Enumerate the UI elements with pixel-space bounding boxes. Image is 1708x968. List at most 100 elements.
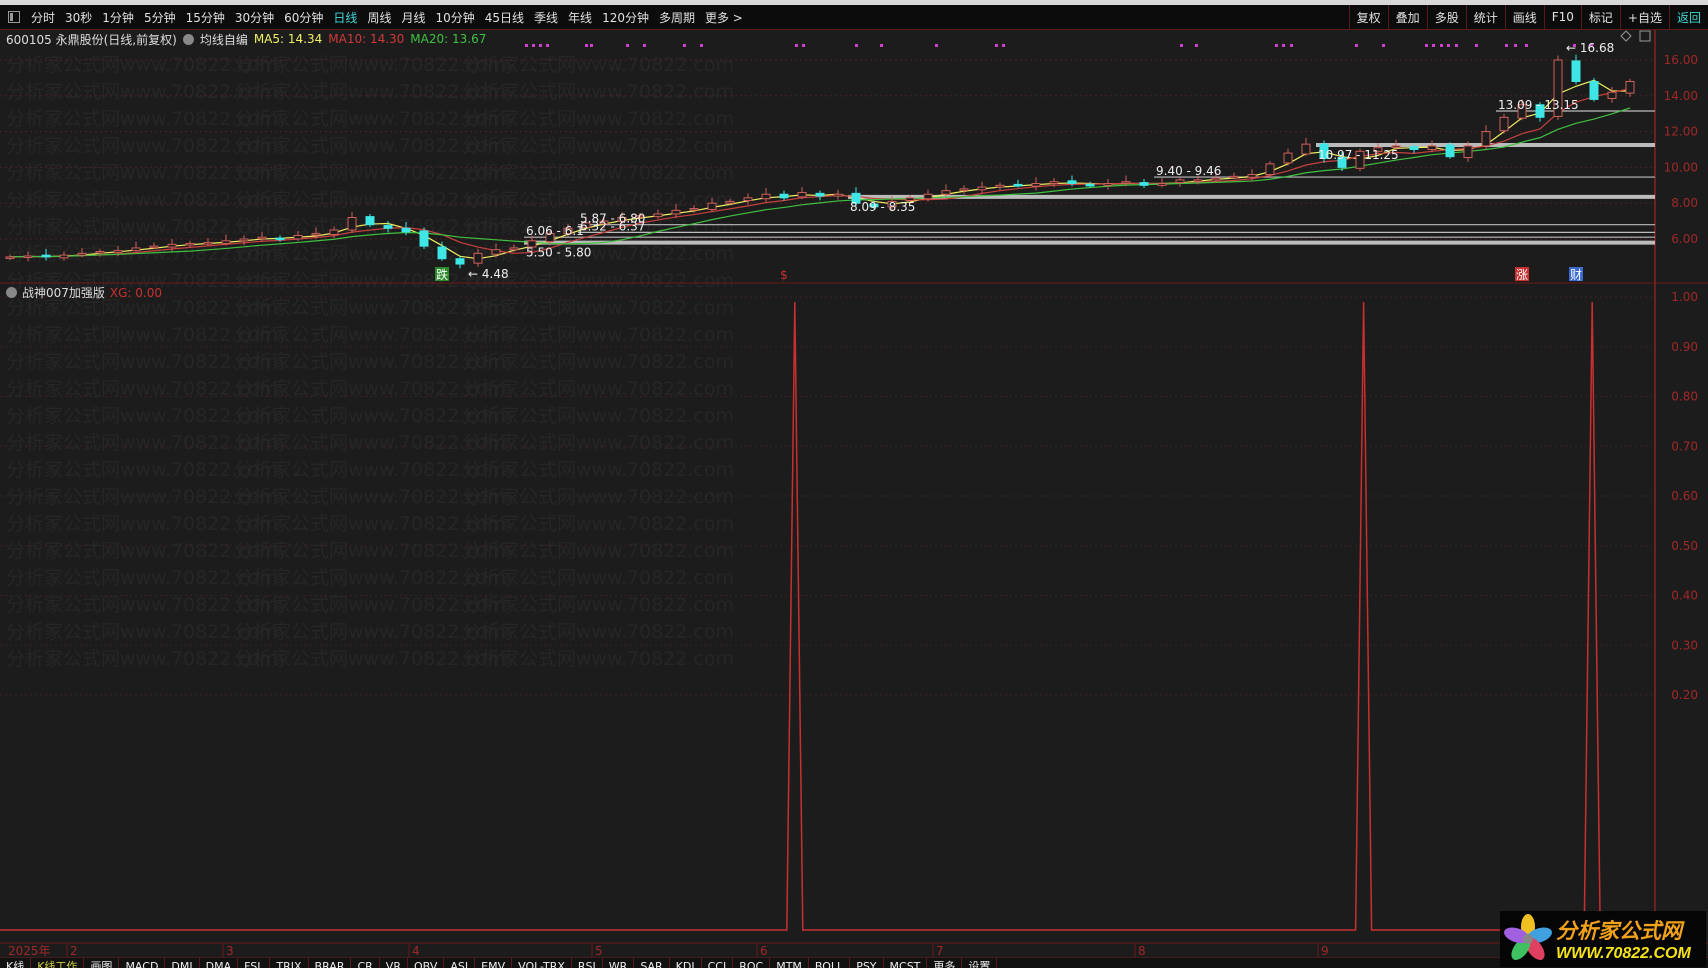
- signal-dot: [1447, 44, 1450, 47]
- candle: [41, 248, 51, 261]
- signal-dot: [1275, 44, 1278, 47]
- indicator-tick-label: 0.40: [1671, 589, 1698, 603]
- candle-body: [293, 234, 303, 240]
- candle-body: [1013, 183, 1023, 187]
- indicator-tab[interactable]: MTM: [770, 958, 809, 968]
- candle-body: [59, 254, 69, 259]
- indicator-tab[interactable]: CR: [351, 958, 380, 968]
- candle-body: [221, 240, 231, 244]
- support-level-label: 5.87 - 6.80: [580, 212, 645, 226]
- indicator-name[interactable]: 战神007加强版: [22, 284, 105, 301]
- indicator-tab[interactable]: SAR: [634, 958, 670, 968]
- candle-body: [257, 236, 267, 240]
- indicator-tab[interactable]: ASI: [444, 958, 476, 968]
- candle-body: [419, 230, 429, 247]
- candle-body: [833, 193, 843, 197]
- kline-chart[interactable]: 16.00 14.00 12.00 10.00 8.00 6.00 5.50 - 5.80 6…: [0, 0, 1708, 958]
- indicator-tab[interactable]: ROC: [733, 958, 771, 968]
- candle-body: [1571, 60, 1581, 82]
- indicator-tick-label: 0.70: [1671, 439, 1698, 453]
- candle-body: [761, 193, 771, 200]
- candle-body: [1049, 181, 1059, 185]
- price-tick-label: 14.00: [1664, 89, 1698, 103]
- candle-body: [5, 256, 15, 259]
- signal-dot: [700, 44, 703, 47]
- indicator-tab[interactable]: K线工作: [31, 958, 85, 968]
- candle: [1103, 179, 1113, 190]
- candle-body: [653, 213, 663, 218]
- indicator-tab[interactable]: VR: [380, 958, 408, 968]
- candle-body: [797, 191, 807, 198]
- candle-body: [77, 252, 87, 256]
- candle-body: [1625, 80, 1635, 94]
- candle: [1571, 54, 1581, 85]
- candle-body: [275, 237, 285, 241]
- signal-dot: [1290, 44, 1293, 47]
- indicator-tab[interactable]: FSL: [238, 958, 271, 968]
- candle: [959, 185, 969, 195]
- candle-body: [131, 247, 141, 252]
- indicator-tab[interactable]: MCST: [884, 958, 928, 968]
- signal-dot: [1525, 44, 1528, 47]
- indicator-tab[interactable]: 更多: [927, 958, 963, 968]
- signal-dot: [1514, 44, 1517, 47]
- indicator-tab[interactable]: KDJ: [670, 958, 702, 968]
- indicator-tab[interactable]: DMI: [165, 958, 200, 968]
- event-marker: $: [780, 268, 788, 282]
- time-axis-label: 6: [760, 944, 768, 958]
- indicator-tab[interactable]: 设置: [962, 958, 998, 968]
- signal-dot: [1180, 44, 1183, 47]
- candle: [455, 256, 465, 269]
- time-axis-label: 5: [595, 944, 603, 958]
- indicator-tab[interactable]: PSY: [850, 958, 884, 968]
- candle-body: [725, 200, 735, 204]
- indicator-tab[interactable]: EMV: [475, 958, 513, 968]
- time-axis-label: 2: [70, 944, 78, 958]
- candle-body: [1175, 179, 1185, 184]
- indicator-tick-label: 0.80: [1671, 390, 1698, 404]
- candle-body: [1121, 181, 1131, 184]
- candle-body: [311, 233, 321, 236]
- candle: [1283, 148, 1293, 166]
- candle-body: [383, 225, 393, 229]
- price-tick-label: 8.00: [1671, 196, 1698, 210]
- indicator-tab[interactable]: TRIX: [270, 958, 309, 968]
- indicator-tab[interactable]: MACD: [119, 958, 166, 968]
- candle-body: [1463, 145, 1473, 159]
- indicator-tab[interactable]: BOLL: [809, 958, 851, 968]
- price-tick-label: 12.00: [1664, 125, 1698, 139]
- candle-body: [689, 208, 699, 211]
- signal-dot: [532, 44, 535, 47]
- candle-body: [167, 243, 177, 248]
- indicator-tab[interactable]: RSI: [572, 958, 603, 968]
- candle-body: [779, 193, 789, 199]
- candle: [347, 212, 357, 233]
- candle-body: [1085, 183, 1095, 187]
- indicator-tab[interactable]: DMA: [200, 958, 239, 968]
- indicator-dropdown-icon[interactable]: [6, 287, 17, 298]
- support-level-label: 9.40 - 9.46: [1156, 164, 1221, 178]
- candle-body: [347, 217, 357, 231]
- indicator-tab[interactable]: WR: [603, 958, 635, 968]
- candle-body: [977, 186, 987, 191]
- indicator-tab[interactable]: OBV: [408, 958, 445, 968]
- indicator-tick-label: 0.60: [1671, 489, 1698, 503]
- support-level-label: 6.06 - 6.1: [526, 224, 584, 238]
- event-marker: 涨: [1516, 267, 1528, 282]
- candle-body: [437, 246, 447, 260]
- indicator-tab[interactable]: CCI: [702, 958, 734, 968]
- candle: [653, 209, 663, 219]
- signal-dot: [1195, 44, 1198, 47]
- signal-dot: [1455, 44, 1458, 47]
- indicator-tab[interactable]: K线: [0, 958, 32, 968]
- candle-body: [455, 258, 465, 265]
- indicator-tick-label: 0.50: [1671, 539, 1698, 553]
- indicator-tab[interactable]: 画图: [84, 958, 120, 968]
- candle: [1301, 137, 1311, 157]
- signal-dot: [1425, 44, 1428, 47]
- candle-body: [509, 247, 519, 251]
- indicator-tab[interactable]: BRAR: [309, 958, 352, 968]
- signal-dot: [585, 44, 588, 47]
- indicator-tab[interactable]: VOL-TRX: [512, 958, 572, 968]
- price-tick-label: 10.00: [1664, 160, 1698, 174]
